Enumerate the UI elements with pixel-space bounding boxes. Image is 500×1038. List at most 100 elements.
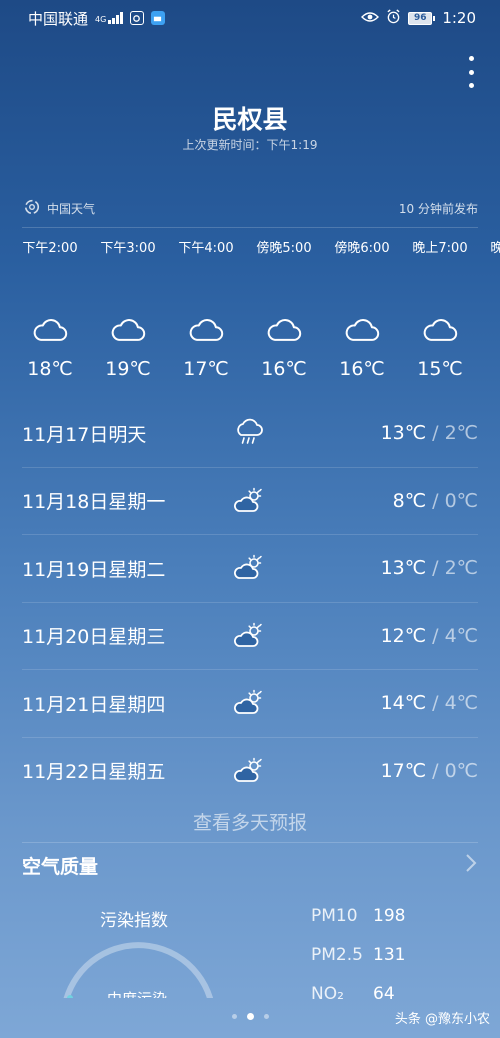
temp-separator: / [426, 759, 445, 782]
hour-temperature: 1 [479, 358, 500, 380]
status-bar: 中国联通 4G 96 1:20 [0, 0, 500, 36]
day-low-value: 0℃ [444, 489, 478, 512]
hourly-item: 晚上7:00 15℃ [401, 236, 479, 380]
clock: 1:20 [442, 9, 476, 27]
app-notification-icon [129, 11, 144, 25]
day-high-temp: 13℃ [380, 557, 427, 580]
source-row: 中国天气 10 分钟前发布 [24, 198, 478, 218]
battery-level: 96 [408, 11, 433, 25]
daily-row[interactable]: 11月17日明天 13℃ / 2℃ [22, 400, 478, 468]
city-name: 民权县 [212, 105, 288, 134]
pollution-index-label: 污染指数 [100, 911, 168, 931]
watermark: 头条 @豫东小农 [394, 1012, 490, 1027]
carrier-name: 中国联通 [28, 9, 89, 28]
app-notification-icon-2 [150, 11, 165, 25]
day-low-value: 2℃ [444, 557, 478, 580]
day-temperature-range: 13℃ / 2℃ [381, 422, 478, 444]
day-temperature-range: 17℃ / 0℃ [381, 760, 478, 782]
daily-row[interactable]: 11月20日星期三 12℃ / 4℃ [22, 603, 478, 670]
daily-row[interactable]: 11月18日星期一 8℃ / 0℃ [22, 468, 478, 535]
page-dot[interactable] [263, 1013, 269, 1019]
hourly-item: 下午2:00 18℃ [11, 236, 89, 380]
day-high-temp: 14℃ [380, 692, 427, 715]
hourly-forecast[interactable]: 下午2:00 18℃ 下午3:00 19℃ 下午4:00 17℃ 傍晚5:00 16℃ 傍晚6:… [11, 236, 500, 396]
day-low-value: 4℃ [444, 692, 478, 715]
pollutant-value: 131 [373, 945, 406, 965]
status-right: 96 1:20 [361, 8, 476, 28]
cloudy-icon [89, 310, 167, 350]
hour-temperature: 16℃ [261, 358, 307, 380]
hour-time: 晚上7:00 [412, 241, 468, 256]
daily-forecast-list: 11月17日明天 13℃ / 2℃ 11月18日星期一 8℃ / 0℃ 11月19日星期… [22, 400, 478, 804]
temp-separator: / [426, 557, 445, 580]
rain-icon [232, 416, 266, 450]
weather-provider-logo-icon [24, 199, 40, 218]
hour-time: 傍晚6:00 [334, 241, 390, 256]
pollution-level: 中度污染 [52, 988, 222, 998]
air-quality-title: 空气质量 [22, 855, 99, 878]
day-temperature-range: 13℃ / 2℃ [381, 557, 478, 579]
pollutant-name: PM2.5 [311, 945, 363, 965]
more-options-icon[interactable] [462, 56, 480, 88]
hour-time: 下午4:00 [178, 241, 234, 256]
day-temperature-range: 8℃ / 0℃ [393, 490, 478, 512]
last-update-time: 上次更新时间：下午1:19 [182, 138, 318, 152]
day-low-value: 0℃ [444, 759, 478, 782]
source-provider: 中国天气 [24, 199, 95, 218]
partly-cloudy-icon [232, 484, 266, 518]
day-date: 11月18日星期一 [22, 491, 166, 514]
chevron-right-icon[interactable] [464, 852, 478, 878]
pollutant-value: 198 [373, 906, 406, 926]
pollutant-value: 64 [373, 984, 395, 1004]
status-left: 中国联通 4G [28, 8, 165, 29]
cloudy-icon [167, 310, 245, 350]
daily-row[interactable]: 11月19日星期二 13℃ / 2℃ [22, 535, 478, 603]
pollutant-row: PM2.5 131 [311, 945, 405, 984]
partly-cloudy-icon [232, 551, 266, 585]
partly-cloudy-icon [232, 619, 266, 653]
day-high-temp: 13℃ [380, 422, 427, 445]
signal-icon [108, 12, 123, 24]
page-dot[interactable] [231, 1013, 237, 1019]
hour-time: 晚上8:00 [490, 241, 500, 256]
cloudy-icon [323, 310, 401, 350]
daily-row[interactable]: 11月22日星期五 17℃ / 0℃ [22, 738, 478, 805]
daily-row[interactable]: 11月21日星期四 14℃ / 4℃ [22, 670, 478, 738]
day-date: 11月21日星期四 [22, 693, 166, 716]
cloudy-icon [245, 310, 323, 350]
day-low-temp: / 4℃ [426, 625, 478, 647]
day-date: 11月22日星期五 [22, 761, 166, 784]
day-low-temp: / 4℃ [426, 692, 478, 714]
view-more-forecast-link[interactable]: 查看多天预报 [0, 808, 500, 835]
day-high-temp: 8℃ [392, 489, 427, 512]
day-low-value: 2℃ [444, 422, 478, 445]
cloudy-icon [11, 310, 89, 350]
hour-temperature: 19℃ [105, 358, 151, 380]
provider-name: 中国天气 [47, 201, 96, 216]
day-date: 11月17日明天 [22, 423, 147, 446]
hour-time: 下午3:00 [100, 241, 156, 256]
hour-temperature: 17℃ [183, 358, 229, 380]
air-quality-header[interactable]: 空气质量 [22, 850, 478, 880]
day-low-temp: / 2℃ [426, 557, 478, 579]
temp-separator: / [426, 624, 445, 647]
pollutant-name: NO₂ [311, 984, 344, 1004]
hourly-item: 下午4:00 17℃ [167, 236, 245, 380]
alarm-icon [386, 8, 401, 28]
hourly-item: 傍晚5:00 16℃ [245, 236, 323, 380]
divider [22, 842, 478, 843]
day-low-temp: / 2℃ [426, 422, 478, 444]
day-high-temp: 17℃ [380, 759, 427, 782]
page-dot[interactable] [246, 1012, 254, 1020]
hourly-item: 晚上8:00 1 [479, 236, 500, 380]
hour-temperature: 18℃ [27, 358, 73, 380]
network-type: 4G [95, 12, 123, 24]
divider [22, 227, 478, 228]
temp-separator: / [426, 489, 445, 512]
day-low-temp: / 0℃ [426, 490, 478, 512]
day-low-value: 4℃ [444, 624, 478, 647]
hour-temperature: 16℃ [339, 358, 385, 380]
cloudy-icon [401, 310, 479, 350]
day-temperature-range: 12℃ / 4℃ [381, 625, 478, 647]
hourly-item: 傍晚6:00 16℃ [323, 236, 401, 380]
